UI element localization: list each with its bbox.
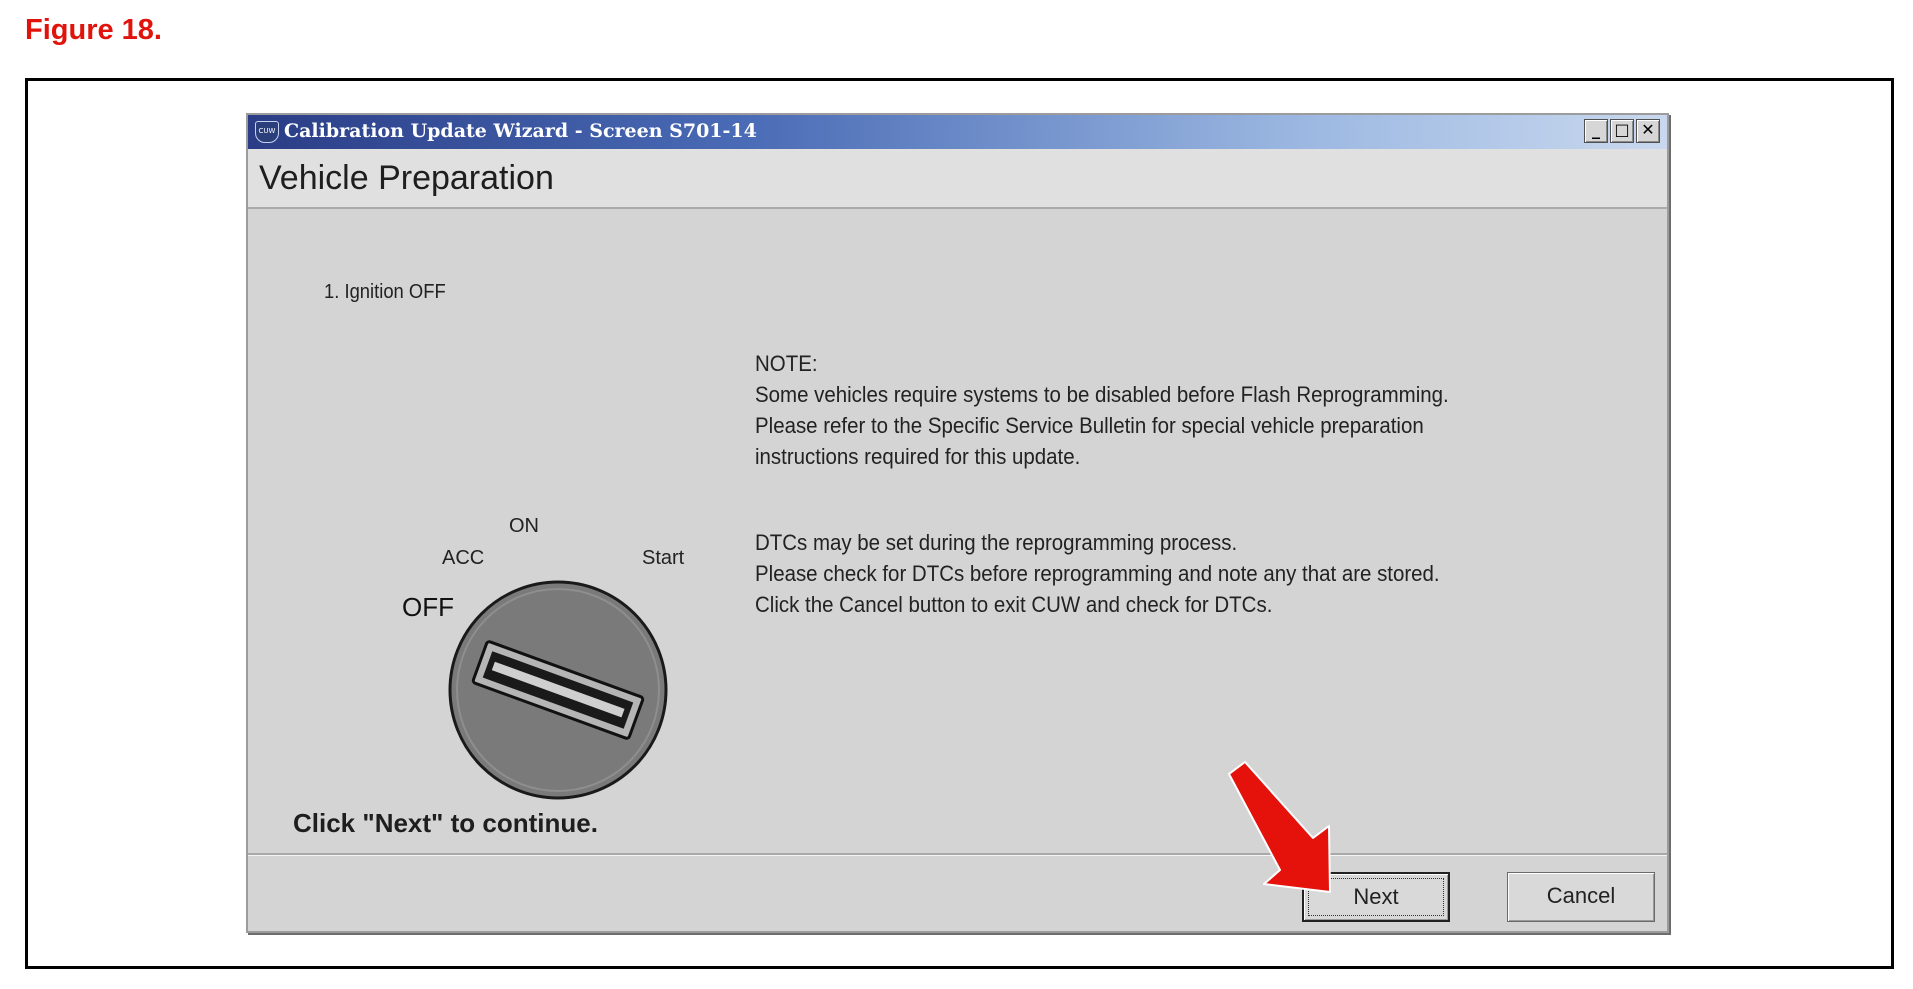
cuw-shield-icon: CUW (255, 121, 279, 143)
window-controls: _ □ ✕ (1584, 119, 1660, 143)
note-line: NOTE: (755, 351, 818, 376)
red-arrow-icon (1228, 761, 1331, 893)
ignition-label-off: OFF (402, 592, 454, 622)
dtc-line: Please check for DTCs before reprogrammi… (755, 561, 1440, 586)
step-instruction: 1. Ignition OFF (324, 281, 446, 303)
ignition-label-start: Start (642, 547, 685, 569)
cancel-button[interactable]: Cancel (1507, 872, 1655, 922)
dtc-line: DTCs may be set during the reprogramming… (755, 530, 1238, 555)
page-title: Vehicle Preparation (259, 159, 554, 197)
close-icon[interactable]: ✕ (1636, 119, 1660, 143)
window-title: Calibration Update Wizard - Screen S701-… (284, 120, 757, 142)
minimize-icon[interactable]: _ (1584, 119, 1608, 143)
dtc-line: Click the Cancel button to exit CUW and … (755, 592, 1273, 617)
continue-instruction: Click "Next" to continue. (293, 808, 598, 838)
page-header: Vehicle Preparation (248, 149, 1667, 209)
footer-divider (248, 853, 1667, 856)
next-button-label: Next (1353, 884, 1399, 909)
notes-block: NOTE: Some vehicles require systems to b… (755, 348, 1449, 620)
figure-label: Figure 18. (25, 14, 162, 46)
note-line: Some vehicles require systems to be disa… (755, 382, 1449, 407)
note-line: instructions required for this update. (755, 444, 1081, 469)
wizard-window: CUW Calibration Update Wizard - Screen S… (246, 113, 1669, 933)
ignition-label-on: ON (509, 515, 539, 537)
note-line: Please refer to the Specific Service Bul… (755, 413, 1424, 438)
maximize-icon[interactable]: □ (1610, 119, 1634, 143)
ignition-key-diagram: ON ACC Start OFF (402, 515, 685, 800)
title-bar[interactable]: CUW Calibration Update Wizard - Screen S… (248, 115, 1667, 149)
ignition-label-acc: ACC (442, 547, 484, 569)
